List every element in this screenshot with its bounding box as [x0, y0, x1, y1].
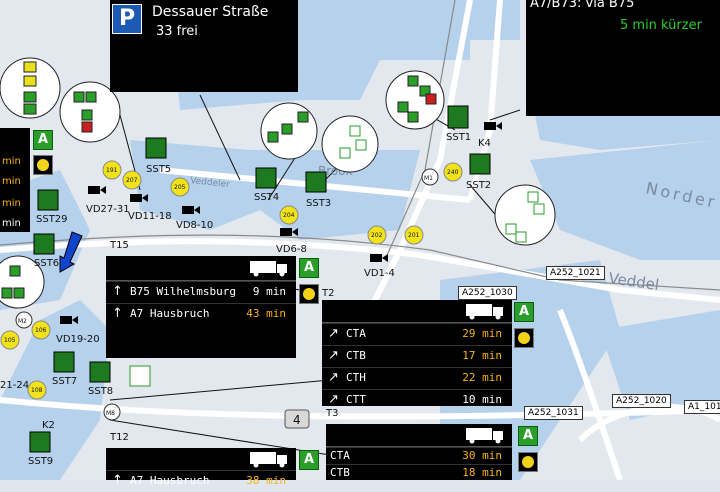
road-tag[interactable]: A252_1021: [546, 266, 605, 280]
signboard-t3-header: [326, 424, 512, 447]
signboard-t3-label: T3: [326, 408, 339, 419]
truck-icon: [466, 428, 503, 444]
signboard-t15[interactable]: T15 ↑ B75 Wilhelmsburg 9 min ↑ A7 Hausbruch…: [106, 240, 296, 358]
truck-icon: [466, 304, 503, 320]
svg-text:106: 106: [35, 327, 47, 334]
status-a-badge-t2[interactable]: A: [514, 302, 534, 322]
svg-text:VD19-20: VD19-20: [56, 334, 100, 345]
route-subtitle: 5 min kürzer: [620, 18, 702, 33]
svg-text:SST3: SST3: [306, 198, 331, 209]
svg-text:SST4: SST4: [254, 192, 279, 203]
svg-text:SST2: SST2: [466, 180, 491, 191]
svg-text:SST5: SST5: [146, 164, 171, 175]
signboard-t15-row: ↑ B75 Wilhelmsburg 9 min: [106, 281, 296, 303]
marker-label-m1: M1: [424, 175, 433, 182]
signboard-t3[interactable]: T3 CTA 30 min CTB 18 min: [326, 408, 512, 480]
svg-text:21-24: 21-24: [0, 380, 29, 391]
road-tag[interactable]: A252_1031: [524, 406, 583, 420]
svg-text:SST6: SST6: [34, 258, 59, 269]
left-time-3: min: [2, 198, 21, 209]
svg-text:SST1: SST1: [446, 132, 471, 143]
warning-icon-t15: [299, 284, 319, 304]
status-a-badge-t12[interactable]: A: [299, 450, 319, 470]
road-tag[interactable]: A252_1020: [612, 394, 671, 408]
signboard-t2-row: ↗ CTT 10 min: [322, 389, 512, 408]
signboard-t2-header: [322, 300, 512, 323]
signboard-t2[interactable]: T2 ↗ CTA 29 min ↗ CTB 17 min ↗ CTH 22 min ↗ CTT…: [322, 288, 512, 408]
svg-text:204: 204: [283, 212, 295, 219]
left-time-1: min: [2, 156, 21, 167]
signboard-t3-row: CTA 30 min: [326, 447, 512, 464]
route-suggestion-panel[interactable]: A7/B73: via B75 5 min kürzer: [526, 0, 720, 116]
svg-text:SST8: SST8: [88, 386, 113, 397]
svg-text:191: 191: [106, 167, 118, 174]
svg-text:VD27-31: VD27-31: [86, 204, 130, 215]
svg-text:205: 205: [174, 184, 186, 191]
left-time-4: min: [2, 218, 21, 229]
signboard-t12-label: T12: [110, 432, 129, 443]
signboard-t2-label: T2: [322, 288, 335, 299]
warning-icon-t3: [518, 452, 538, 472]
svg-text:VD1-4: VD1-4: [364, 268, 395, 279]
svg-text:108: 108: [31, 387, 43, 394]
signboard-t3-row: CTB 18 min: [326, 464, 512, 479]
status-a-badge-t3[interactable]: A: [518, 426, 538, 446]
svg-text:SST9: SST9: [28, 456, 53, 467]
signboard-t15-row: ↑ A7 Hausbruch 43 min: [106, 303, 296, 325]
svg-text:K4: K4: [478, 138, 491, 149]
warning-icon-left: [33, 155, 53, 175]
svg-text:105: 105: [4, 337, 16, 344]
signboard-t15-label: T15: [110, 240, 129, 251]
left-time-2: min: [2, 176, 21, 187]
warning-icon-t2: [514, 328, 534, 348]
marker-label-m2: M2: [18, 318, 27, 325]
road-tag[interactable]: A252_1030: [458, 286, 517, 300]
parking-free: 33 frei: [156, 24, 198, 39]
left-partial-panel: min min min min: [0, 128, 30, 232]
svg-text:VD6-8: VD6-8: [276, 244, 307, 255]
road-tag[interactable]: A1_101: [684, 400, 720, 414]
marker-label-m8: M8: [106, 410, 115, 417]
status-a-badge-left[interactable]: A: [33, 130, 53, 150]
svg-text:207: 207: [126, 177, 138, 184]
svg-text:VD8-10: VD8-10: [176, 220, 213, 231]
signboard-t2-row: ↗ CTA 29 min: [322, 323, 512, 345]
svg-text:202: 202: [371, 232, 383, 239]
signboard-t2-row: ↗ CTB 17 min: [322, 345, 512, 367]
parking-icon: P: [112, 4, 142, 34]
svg-text:SST7: SST7: [52, 376, 77, 387]
signboard-t12-row: ↑ A7 Hausbruch 38 min: [106, 470, 296, 492]
parking-panel[interactable]: P Dessauer Straße 33 frei: [110, 0, 298, 92]
svg-text:K2: K2: [42, 420, 55, 431]
road-number-text: 4: [293, 413, 301, 427]
status-a-badge-t15[interactable]: A: [299, 258, 319, 278]
truck-icon: [250, 261, 287, 277]
svg-text:VD11-18: VD11-18: [128, 211, 172, 222]
signboard-t2-row: ↗ CTH 22 min: [322, 367, 512, 389]
svg-text:201: 201: [408, 232, 420, 239]
route-title: A7/B73: via B75: [530, 0, 635, 11]
parking-name: Dessauer Straße: [152, 4, 269, 20]
signboard-t15-header: [106, 256, 296, 281]
svg-text:240: 240: [447, 169, 459, 176]
svg-text:SST29: SST29: [36, 214, 68, 225]
truck-icon: [250, 452, 287, 468]
signboard-t12[interactable]: T12 ↑ A7 Hausbruch 38 min: [106, 432, 296, 488]
